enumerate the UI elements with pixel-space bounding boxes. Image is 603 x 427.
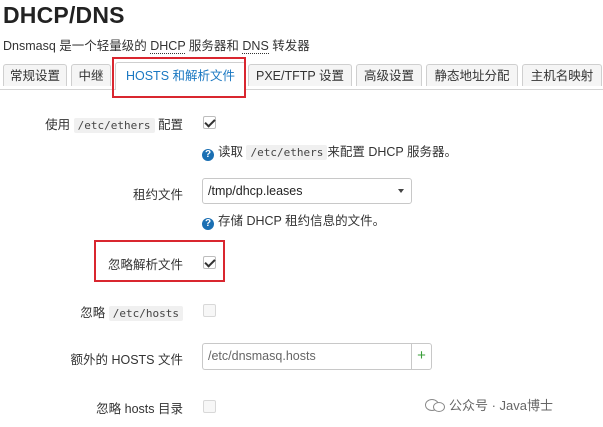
leasefile-value: /tmp/dhcp.leases [208,184,303,198]
chevron-down-icon [398,189,404,193]
wechat-logo-icon [425,398,445,412]
tab-relay[interactable]: 中继 [71,64,111,86]
tab-advanced[interactable]: 高级设置 [356,64,422,86]
description-middle: 服务器和 [185,39,243,53]
noresolv-highlight-frame [94,240,225,282]
addnhosts-label: 额外的 HOSTS 文件 [70,353,183,367]
help-circle-icon: ? [202,218,214,230]
page-title: DHCP/DNS [3,2,125,28]
leasefile-select[interactable]: /tmp/dhcp.leases [202,178,412,204]
page-description: Dnsmasq 是一个轻量级的 DHCP 服务器和 DNS 转发器 [3,35,310,54]
use-ethers-help-suffix: 来配置 DHCP 服务器。 [327,145,457,159]
nohosts-label: 忽略 /etc/hosts [80,302,183,321]
tab-highlight-frame [112,57,246,98]
use-ethers-help-prefix: 读取 [218,145,247,159]
use-ethers-label-prefix: 使用 [45,118,74,132]
watermark-text: 公众号 · Java博士 [449,398,554,413]
use-ethers-help: ? 读取 /etc/ethers 来配置 DHCP 服务器。 [202,141,457,161]
nohosts-checkbox[interactable] [203,304,216,317]
tab-hostnames[interactable]: 主机名映射 [522,64,602,86]
use-ethers-help-code: /etc/ethers [246,145,328,160]
nohosts-label-prefix: 忽略 [80,306,109,320]
leasefile-label: 租约文件 [132,188,183,202]
dns-abbr: DNS [242,39,269,54]
use-ethers-label-suffix: 配置 [154,118,183,132]
description-prefix: Dnsmasq 是一个轻量级的 [3,39,151,53]
add-hosts-file-button[interactable]: + [411,343,432,370]
nohosts-label-code: /etc/hosts [108,306,183,321]
tab-bar: 常规设置 中继 HOSTS 和解析文件 PXE/TFTP 设置 高级设置 静态地… [0,62,603,90]
ignore-hosts-dir-checkbox[interactable] [203,400,216,413]
use-ethers-label: 使用 /etc/ethers 配置 [45,114,183,133]
tab-static-leases[interactable]: 静态地址分配 [426,64,518,86]
leasefile-help-text: 存储 DHCP 租约信息的文件。 [218,214,386,228]
tab-general[interactable]: 常规设置 [3,64,67,86]
tab-pxe-tftp[interactable]: PXE/TFTP 设置 [248,64,352,86]
addnhosts-input[interactable]: /etc/dnsmasq.hosts [202,343,411,370]
watermark: 公众号 · Java博士 [425,395,553,414]
ignore-hosts-dir-label: 忽略 hosts 目录 [96,402,183,416]
dhcp-abbr: DHCP [150,39,186,54]
use-ethers-label-code: /etc/ethers [73,118,155,133]
use-ethers-checkbox[interactable] [203,116,216,129]
leasefile-help: ? 存储 DHCP 租约信息的文件。 [202,210,385,230]
help-circle-icon: ? [202,149,214,161]
description-suffix: 转发器 [268,39,310,53]
